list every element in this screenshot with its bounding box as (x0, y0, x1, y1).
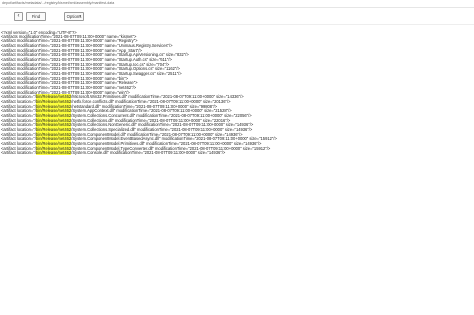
xml-content: <?xml version="1.0" encoding="UTF-8"?> <a… (1, 26, 473, 315)
chevron-down-icon: ▾ (79, 14, 81, 18)
xml-line: <artifact location="/bin/Release/net462/… (1, 150, 226, 156)
find-button[interactable]: Find (26, 12, 46, 21)
viewer-toolbar: ‹ Find Options ▾ (0, 8, 474, 25)
back-button[interactable]: ‹ (14, 12, 23, 21)
xml-line-tail: /System.Console.dll" modificationTime="2… (71, 150, 226, 155)
options-dropdown[interactable]: Options ▾ (64, 12, 84, 21)
address-bar[interactable]: depot/artifacts/metadata/.../registry/ki… (0, 0, 474, 8)
search-highlight: bin/Release/net462 (35, 150, 72, 155)
xml-line-text: <artifact location="/ (1, 150, 36, 155)
address-bar-url: depot/artifacts/metadata/.../registry/ki… (2, 1, 115, 5)
